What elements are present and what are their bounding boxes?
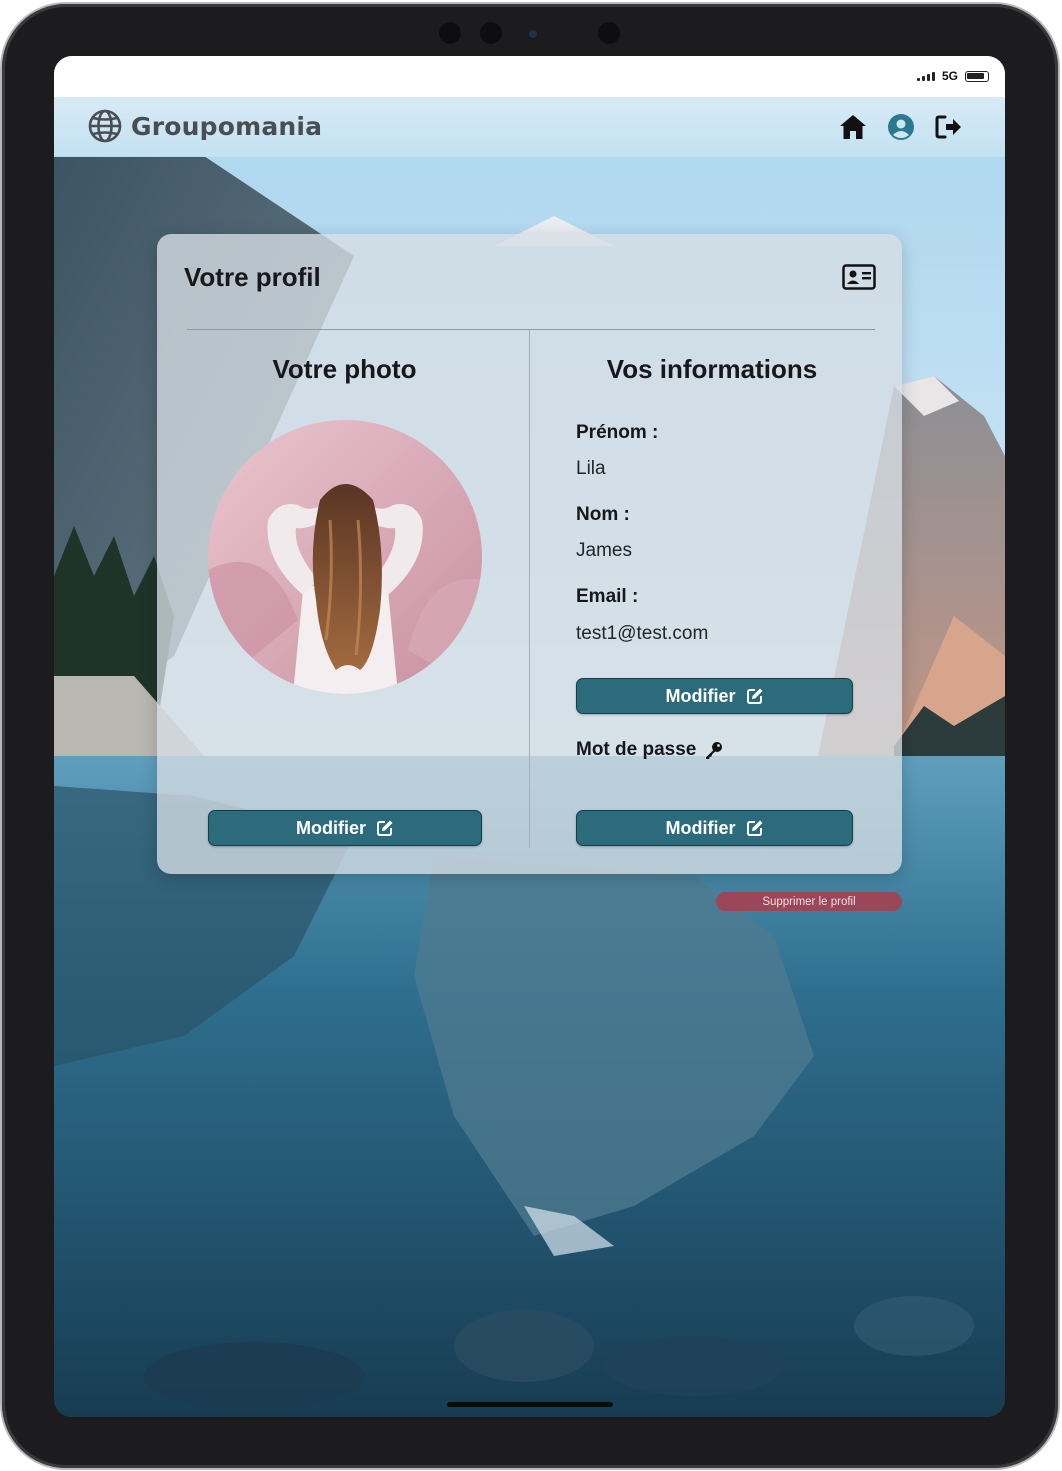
edit-icon [746,688,762,704]
status-bar: 5G [54,56,1005,97]
home-indicator[interactable] [447,1402,613,1407]
firstname-label: Prénom : [576,422,659,443]
signal-icon [916,71,935,81]
edit-password-label: Modifier [665,817,736,838]
card-divider [187,329,875,330]
edit-password-button[interactable]: Modifier [576,810,853,846]
edit-info-label: Modifier [665,685,736,706]
home-icon [840,115,866,139]
edit-icon [746,820,762,836]
sensor [439,22,461,44]
header-nav [839,113,963,141]
status-indicators: 5G [916,69,989,83]
profile-button[interactable] [887,113,915,141]
edit-icon [377,820,393,836]
edit-info-button[interactable]: Modifier [576,678,853,714]
column-divider [529,330,530,848]
logout-icon [935,115,961,139]
logout-button[interactable] [935,113,963,141]
lastname-value: James [576,540,632,561]
password-label-text: Mot de passe [576,739,697,760]
app-header: Groupomania [54,97,1005,157]
profile-photo [208,420,482,694]
brand-name: Groupomania [131,111,323,141]
globe-icon [88,109,122,143]
lastname-label: Nom : [576,504,630,525]
profile-card: Votre profil Votre photo Modifier Vos in… [157,234,902,874]
info-section-title: Vos informations [606,354,818,384]
firstname-value: Lila [576,458,606,479]
screen: 5G Groupomania Votre profil Votre photo … [54,56,1005,1417]
photo-section-title: Votre photo [272,354,417,384]
password-label: Mot de passe [576,739,724,761]
user-circle-icon [888,114,914,140]
card-title: Votre profil [184,262,321,292]
brand[interactable]: Groupomania [87,108,322,144]
email-label: Email : [576,586,639,607]
id-card-icon [842,264,876,294]
email-value: test1@test.com [576,623,709,644]
delete-profile-button[interactable]: Supprimer le profil [716,892,902,911]
key-icon [706,742,723,759]
network-type: 5G [941,69,958,83]
home-button[interactable] [839,113,867,141]
front-camera [529,30,537,38]
sensor [480,22,502,44]
edit-photo-label: Modifier [296,817,366,838]
battery-icon [965,70,989,82]
edit-photo-button[interactable]: Modifier [208,810,482,846]
sensor [598,22,620,44]
